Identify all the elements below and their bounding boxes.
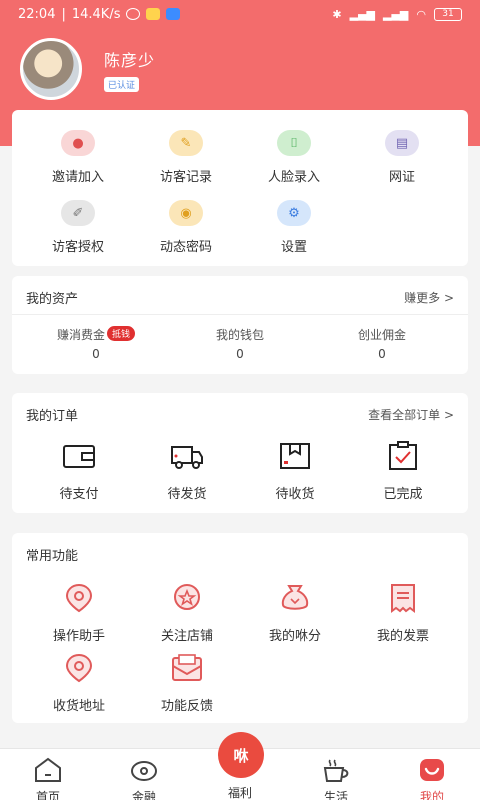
asset-commission[interactable]: 创业佣金 0 bbox=[312, 326, 452, 361]
feature-assistant[interactable]: 操作助手 bbox=[24, 583, 134, 644]
feature-invoice[interactable]: 我的发票 bbox=[348, 583, 458, 644]
app-notification-icon bbox=[166, 8, 181, 20]
star-shop-icon bbox=[174, 584, 200, 610]
grid-item-dynamic-password[interactable]: ◉ 动态密码 bbox=[136, 200, 236, 255]
feedback-mail-icon bbox=[172, 654, 202, 681]
order-pending-payment[interactable]: 待支付 bbox=[24, 441, 134, 502]
tab-finance[interactable]: 金融 bbox=[96, 749, 192, 800]
tab-life[interactable]: 生活 bbox=[288, 749, 384, 800]
finance-icon bbox=[131, 761, 157, 781]
location-pin-icon bbox=[65, 583, 93, 613]
assets-more-link[interactable]: 赚更多 > bbox=[404, 289, 454, 306]
pen-icon: ✐ bbox=[61, 200, 95, 226]
address-pin-icon bbox=[65, 653, 93, 683]
feature-followed-shops[interactable]: 关注店铺 bbox=[132, 583, 242, 644]
grid-item-visitor-auth[interactable]: ✐ 访客授权 bbox=[28, 200, 128, 255]
profile-icon bbox=[420, 759, 444, 781]
home-icon bbox=[35, 757, 61, 782]
visitor-record-icon: ✎ bbox=[169, 130, 203, 156]
clipboard-check-icon bbox=[389, 441, 417, 470]
grid-item-visitor-record[interactable]: ✎ 访客记录 bbox=[136, 130, 236, 185]
battery-icon: 31 bbox=[434, 7, 462, 21]
assets-title: 我的资产 bbox=[26, 292, 79, 307]
profile-summary[interactable]: 陈彦少 已认证 bbox=[20, 38, 155, 100]
wifi-icon: ◠ bbox=[416, 7, 426, 21]
coins-icon: ◉ bbox=[169, 200, 203, 226]
common-features-card: 常用功能 操作助手 关注店铺 我的咻分 我的发票 收货地址 功能反馈 bbox=[12, 533, 468, 723]
tab-home[interactable]: 首页 bbox=[0, 749, 96, 800]
grid-item-invite[interactable]: ● 邀请加入 bbox=[28, 130, 128, 185]
order-completed[interactable]: 已完成 bbox=[348, 441, 458, 502]
deduct-badge: 抵钱 bbox=[107, 326, 136, 341]
feature-address[interactable]: 收货地址 bbox=[24, 653, 134, 714]
user-name: 陈彦少 bbox=[104, 50, 156, 70]
user-invite-icon: ● bbox=[61, 130, 95, 156]
features-title: 常用功能 bbox=[26, 549, 79, 564]
grid-item-settings[interactable]: ⚙ 设置 bbox=[244, 200, 344, 255]
signal-icon: ▂▄▆ bbox=[349, 7, 375, 21]
grid-item-face[interactable]: ⌷ 人脸录入 bbox=[244, 130, 344, 185]
order-pending-shipment[interactable]: 待发货 bbox=[132, 441, 242, 502]
tab-mine[interactable]: 我的 bbox=[384, 749, 480, 800]
box-icon bbox=[280, 443, 310, 469]
order-pending-receipt[interactable]: 待收货 bbox=[240, 441, 350, 502]
message-icon bbox=[146, 8, 161, 20]
money-bag-icon bbox=[281, 585, 309, 610]
face-scan-icon: ⌷ bbox=[277, 130, 311, 156]
divider bbox=[12, 314, 468, 315]
feature-points[interactable]: 我的咻分 bbox=[240, 583, 350, 644]
clock: 22:04 bbox=[18, 6, 56, 22]
network-speed: 14.4K/s bbox=[71, 6, 121, 22]
receipt-icon bbox=[391, 584, 415, 613]
orders-card: 我的订单 查看全部订单 > 待支付 待发货 待收货 已完成 bbox=[12, 393, 468, 513]
feature-feedback[interactable]: 功能反馈 bbox=[132, 653, 242, 714]
bluetooth-icon: ✱ bbox=[332, 7, 342, 21]
truck-icon bbox=[171, 446, 203, 469]
alarm-icon bbox=[126, 8, 141, 20]
status-bar: 22:04 | 14.4K/s ✱ ▂▄▆ ▂▄▆ ◠ 31 bbox=[0, 0, 480, 28]
quick-actions-card: ● 邀请加入 ✎ 访客记录 ⌷ 人脸录入 ▤ 网证 ✐ 访客授权 ◉ 动态密码 … bbox=[12, 110, 468, 266]
coffee-icon bbox=[323, 759, 349, 782]
all-orders-link[interactable]: 查看全部订单 > bbox=[368, 406, 454, 423]
signal-icon-2: ▂▄▆ bbox=[383, 7, 409, 21]
center-welfare-button[interactable]: 咻 bbox=[218, 732, 264, 778]
gear-icon: ⚙ bbox=[277, 200, 311, 226]
avatar[interactable] bbox=[20, 38, 82, 100]
grid-item-id[interactable]: ▤ 网证 bbox=[352, 130, 452, 185]
orders-title: 我的订单 bbox=[26, 409, 79, 424]
wallet-icon bbox=[63, 445, 95, 468]
assets-card: 我的资产 赚更多 > 赚消费金 抵钱 0 我的钱包 0 创业佣金 0 bbox=[12, 276, 468, 374]
asset-consumption[interactable]: 赚消费金 抵钱 0 bbox=[26, 326, 166, 361]
verified-badge: 已认证 bbox=[104, 76, 140, 92]
id-card-icon: ▤ bbox=[385, 130, 419, 156]
asset-wallet[interactable]: 我的钱包 0 bbox=[170, 326, 310, 361]
